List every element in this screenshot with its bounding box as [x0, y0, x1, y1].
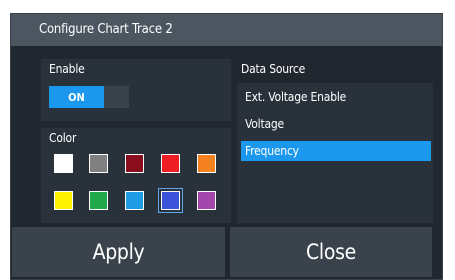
close-button[interactable]: Close	[230, 227, 432, 277]
apply-button[interactable]: Apply	[12, 227, 225, 277]
color-swatch-white[interactable]	[54, 154, 73, 173]
color-panel: Color	[41, 128, 231, 223]
configure-chart-trace-dialog: Configure Chart Trace 2 Enable ON Color …	[10, 13, 443, 280]
dialog-titlebar: Configure Chart Trace 2	[11, 14, 442, 46]
color-swatch-dark-red[interactable]	[125, 154, 144, 173]
data-source-label: Data Source	[241, 62, 306, 76]
data-source-item-voltage[interactable]: Voltage	[241, 114, 431, 134]
data-source-item-ext-voltage-enable[interactable]: Ext. Voltage Enable	[241, 87, 431, 107]
color-swatch-orange[interactable]	[197, 154, 216, 173]
data-source-item-frequency[interactable]: Frequency	[241, 141, 431, 161]
toggle-on-state: ON	[49, 86, 104, 108]
data-source-panel: Data Source Ext. Voltage Enable Voltage …	[237, 59, 433, 223]
dialog-title: Configure Chart Trace 2	[39, 22, 173, 37]
enable-panel: Enable ON	[41, 59, 231, 121]
data-source-list: Ext. Voltage Enable Voltage Frequency	[237, 83, 433, 223]
enable-toggle[interactable]: ON	[49, 86, 129, 108]
enable-label: Enable	[49, 62, 85, 76]
color-label: Color	[49, 131, 77, 145]
color-swatch-purple[interactable]	[197, 191, 216, 210]
color-swatch-green[interactable]	[89, 191, 108, 210]
color-swatch-yellow[interactable]	[54, 191, 73, 210]
color-swatch-light-blue[interactable]	[125, 191, 144, 210]
color-swatch-red[interactable]	[161, 154, 180, 173]
color-swatch-gray[interactable]	[89, 154, 108, 173]
color-swatch-blue[interactable]	[158, 188, 183, 213]
